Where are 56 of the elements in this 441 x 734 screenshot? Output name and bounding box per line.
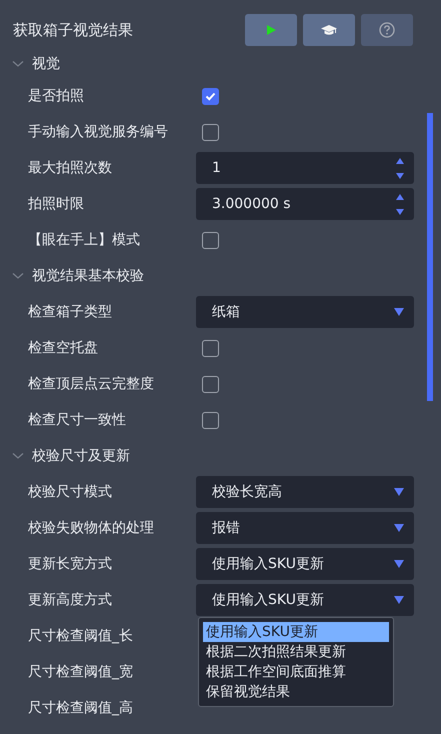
dropdown[interactable]: 使用输入SKU更新 xyxy=(196,548,414,580)
dropdown[interactable]: 报错 xyxy=(196,512,414,544)
checkbox[interactable] xyxy=(202,124,219,140)
menu-item[interactable]: 根据二次拍照结果更新 xyxy=(203,642,389,662)
play-icon xyxy=(265,24,277,36)
caret-icon xyxy=(394,524,404,532)
run-button[interactable] xyxy=(245,14,297,46)
help-icon xyxy=(379,22,395,38)
field-label: 最大拍照次数 xyxy=(27,159,113,177)
chevron-icon[interactable] xyxy=(12,60,24,68)
menu-item[interactable]: 根据工作空间底面推算 xyxy=(203,662,389,682)
field-label: 更新高度方式 xyxy=(27,591,113,609)
chevron-icon[interactable] xyxy=(12,452,24,460)
dropdown[interactable]: 纸箱 xyxy=(196,296,414,328)
field-label: 拍照时限 xyxy=(27,195,85,213)
checkbox[interactable] xyxy=(202,88,219,104)
section-header: 校验尺寸及更新 xyxy=(32,447,130,465)
field-label: 校验失败物体的处理 xyxy=(27,519,155,537)
up-arrow-icon[interactable] xyxy=(396,158,404,164)
field-label: 【眼在手上】模式 xyxy=(27,231,141,249)
down-arrow-icon[interactable] xyxy=(396,208,404,214)
menu-item[interactable]: 保留视觉结果 xyxy=(203,682,389,702)
graduation-cap-icon xyxy=(321,24,337,36)
spin-box[interactable]: 1 xyxy=(196,152,414,184)
checkbox[interactable] xyxy=(202,376,219,392)
caret-icon xyxy=(394,308,404,316)
menu-item[interactable]: 使用输入SKU更新 xyxy=(203,622,389,642)
field-label: 检查尺寸一致性 xyxy=(27,411,127,429)
down-arrow-icon[interactable] xyxy=(396,172,404,178)
section-header: 视觉 xyxy=(32,55,60,73)
chevron-icon[interactable] xyxy=(12,272,24,280)
up-arrow-icon[interactable] xyxy=(396,194,404,200)
caret-icon xyxy=(394,560,404,568)
panel-title: 获取箱子视觉结果 xyxy=(13,20,133,41)
field-label: 尺寸检查阈值_宽 xyxy=(27,663,134,681)
check-icon xyxy=(205,92,216,100)
course-button[interactable] xyxy=(303,14,355,46)
dropdown[interactable]: 使用输入SKU更新 xyxy=(196,584,414,616)
checkbox[interactable] xyxy=(202,412,219,428)
field-label: 检查箱子类型 xyxy=(27,303,113,321)
field-label: 尺寸检查阈值_高 xyxy=(27,699,134,717)
caret-icon xyxy=(394,596,404,604)
spin-box[interactable]: 3.000000 s xyxy=(196,188,414,220)
dropdown[interactable]: 校验长宽高 xyxy=(196,476,414,508)
field-label: 校验尺寸模式 xyxy=(27,483,113,501)
field-label: 更新长宽方式 xyxy=(27,555,113,573)
checkbox[interactable] xyxy=(202,340,219,356)
field-label: 检查顶层点云完整度 xyxy=(27,375,155,393)
checkbox[interactable] xyxy=(202,232,219,248)
scrollbar[interactable] xyxy=(427,113,433,401)
field-label: 尺寸检查阈值_长 xyxy=(27,627,134,645)
caret-icon xyxy=(394,488,404,496)
section-header: 视觉结果基本校验 xyxy=(32,267,144,285)
field-label: 手动输入视觉服务编号 xyxy=(27,123,169,141)
field-label: 检查空托盘 xyxy=(27,339,99,357)
field-label: 是否拍照 xyxy=(27,87,85,105)
